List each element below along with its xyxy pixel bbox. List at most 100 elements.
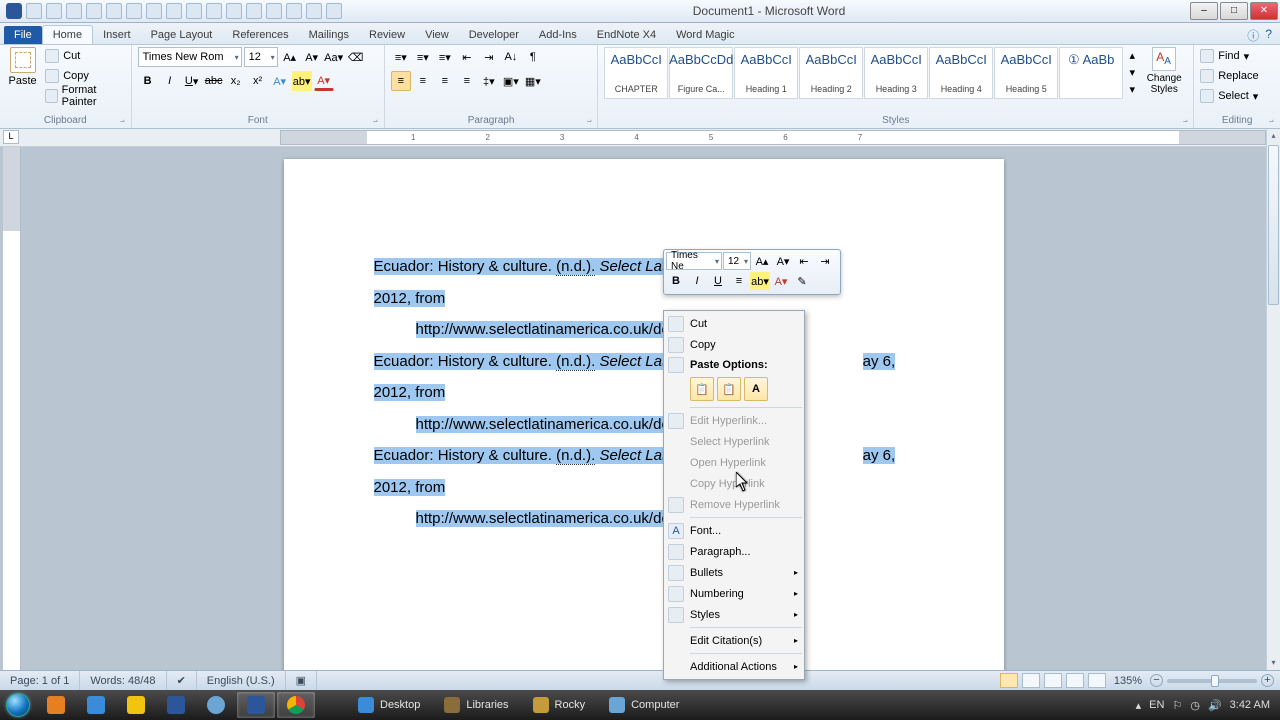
- tab-wordmagic[interactable]: Word Magic: [666, 26, 744, 44]
- maximize-button[interactable]: □: [1220, 2, 1248, 20]
- taskbar-libraries[interactable]: Libraries: [432, 697, 520, 713]
- bold-button[interactable]: B: [138, 71, 158, 91]
- document-page[interactable]: Ecuador: History & culture. (n.d.). Sele…: [284, 159, 1004, 670]
- paste-button[interactable]: Paste: [6, 47, 39, 87]
- scroll-up-arrow[interactable]: ▴: [1267, 129, 1280, 143]
- tray-volume-icon[interactable]: 🔊: [1208, 699, 1222, 712]
- tab-selector[interactable]: L: [3, 130, 19, 144]
- qat-icon[interactable]: [146, 3, 162, 19]
- tab-references[interactable]: References: [222, 26, 298, 44]
- ctx-paragraph[interactable]: Paragraph...: [664, 541, 804, 562]
- copy-button[interactable]: Copy: [45, 67, 124, 85]
- style-gallery-item[interactable]: AaBbCcICHAPTER: [604, 47, 668, 99]
- mini-highlight[interactable]: ab▾: [750, 272, 770, 290]
- qat-icon[interactable]: [286, 3, 302, 19]
- tab-developer[interactable]: Developer: [459, 26, 529, 44]
- taskbar-rocky[interactable]: Rocky: [521, 697, 598, 713]
- zoom-level[interactable]: 135%: [1114, 675, 1142, 687]
- decrease-indent-button[interactable]: ⇤: [457, 47, 477, 67]
- style-gallery-item[interactable]: ① AaBb: [1059, 47, 1123, 99]
- subscript-button[interactable]: x₂: [226, 71, 246, 91]
- tab-home[interactable]: Home: [42, 25, 93, 44]
- tab-review[interactable]: Review: [359, 26, 415, 44]
- zoom-in[interactable]: +: [1261, 674, 1274, 687]
- mini-shrink-font[interactable]: A▾: [773, 252, 793, 270]
- mini-grow-font[interactable]: A▴: [752, 252, 772, 270]
- qat-icon[interactable]: [106, 3, 122, 19]
- change-styles-button[interactable]: AA Change Styles: [1141, 47, 1187, 95]
- view-draft[interactable]: [1088, 673, 1106, 688]
- mini-font-combo[interactable]: Times Ne: [666, 252, 722, 270]
- paste-merge-formatting[interactable]: 📋: [717, 377, 741, 401]
- shrink-font-button[interactable]: A▾: [302, 47, 322, 67]
- style-gallery-item[interactable]: AaBbCcIHeading 1: [734, 47, 798, 99]
- ctx-edit-citations[interactable]: Edit Citation(s)▸: [664, 630, 804, 651]
- align-left-button[interactable]: ≡: [391, 71, 411, 91]
- italic-button[interactable]: I: [160, 71, 180, 91]
- tab-addins[interactable]: Add-Ins: [529, 26, 587, 44]
- taskbar-explorer[interactable]: [117, 692, 155, 718]
- qat-icon[interactable]: [226, 3, 242, 19]
- style-gallery-item[interactable]: AaBbCcIHeading 2: [799, 47, 863, 99]
- close-button[interactable]: ✕: [1250, 2, 1278, 20]
- borders-button[interactable]: ▦▾: [523, 71, 543, 91]
- tab-view[interactable]: View: [415, 26, 459, 44]
- help-icon[interactable]: ?: [1265, 27, 1272, 44]
- styles-more[interactable]: ▾: [1125, 81, 1139, 97]
- tray-show-hidden[interactable]: ▴: [1136, 699, 1142, 712]
- shading-button[interactable]: ▣▾: [501, 71, 521, 91]
- mini-align-center[interactable]: ≡: [729, 272, 749, 290]
- styles-scroll-down[interactable]: ▾: [1125, 64, 1139, 80]
- multilevel-button[interactable]: ≡▾: [435, 47, 455, 67]
- styles-scroll-up[interactable]: ▴: [1125, 47, 1139, 63]
- font-size-combo[interactable]: 12: [244, 47, 278, 67]
- align-right-button[interactable]: ≡: [435, 71, 455, 91]
- taskbar-app[interactable]: [197, 692, 235, 718]
- strikethrough-button[interactable]: abc: [204, 71, 224, 91]
- change-case-button[interactable]: Aa▾: [324, 47, 344, 67]
- taskbar-computer[interactable]: Computer: [597, 697, 691, 713]
- status-proof[interactable]: ✔: [167, 671, 197, 690]
- superscript-button[interactable]: x²: [248, 71, 268, 91]
- ctx-copy[interactable]: Copy: [664, 334, 804, 355]
- zoom-out[interactable]: −: [1150, 674, 1163, 687]
- start-button[interactable]: [0, 690, 36, 720]
- taskbar-word[interactable]: [237, 692, 275, 718]
- qat-icon[interactable]: [246, 3, 262, 19]
- align-center-button[interactable]: ≡: [413, 71, 433, 91]
- tray-clock[interactable]: 3:42 AM: [1230, 699, 1270, 711]
- mini-size-combo[interactable]: 12: [723, 252, 751, 270]
- tab-insert[interactable]: Insert: [93, 26, 141, 44]
- taskbar-ie[interactable]: [77, 692, 115, 718]
- tab-page-layout[interactable]: Page Layout: [141, 26, 223, 44]
- format-painter-button[interactable]: Format Painter: [45, 87, 124, 105]
- ctx-cut[interactable]: Cut: [664, 313, 804, 334]
- zoom-slider[interactable]: [1167, 679, 1257, 683]
- style-gallery-item[interactable]: AaBbCcIHeading 5: [994, 47, 1058, 99]
- tab-mailings[interactable]: Mailings: [299, 26, 359, 44]
- underline-button[interactable]: U▾: [182, 71, 202, 91]
- scroll-thumb[interactable]: [1268, 145, 1279, 305]
- text-effects-button[interactable]: A▾: [270, 71, 290, 91]
- qat-save-icon[interactable]: [26, 3, 42, 19]
- ctx-font[interactable]: AFont...: [664, 520, 804, 541]
- justify-button[interactable]: ≡: [457, 71, 477, 91]
- select-button[interactable]: Select ▾: [1200, 87, 1258, 105]
- ctx-numbering[interactable]: Numbering▸: [664, 583, 804, 604]
- grow-font-button[interactable]: A▴: [280, 47, 300, 67]
- mini-font-color[interactable]: A▾: [771, 272, 791, 290]
- mini-increase-indent[interactable]: ⇥: [815, 252, 835, 270]
- minimize-button[interactable]: –: [1190, 2, 1218, 20]
- view-outline[interactable]: [1066, 673, 1084, 688]
- taskbar-chrome[interactable]: [277, 692, 315, 718]
- increase-indent-button[interactable]: ⇥: [479, 47, 499, 67]
- line-spacing-button[interactable]: ‡▾: [479, 71, 499, 91]
- taskbar-app[interactable]: [157, 692, 195, 718]
- qat-icon[interactable]: [86, 3, 102, 19]
- qat-icon[interactable]: [186, 3, 202, 19]
- font-name-combo[interactable]: Times New Rom: [138, 47, 242, 67]
- taskbar-firefox[interactable]: [37, 692, 75, 718]
- highlight-button[interactable]: ab▾: [292, 71, 312, 91]
- ctx-styles[interactable]: Styles▸: [664, 604, 804, 625]
- mini-decrease-indent[interactable]: ⇤: [794, 252, 814, 270]
